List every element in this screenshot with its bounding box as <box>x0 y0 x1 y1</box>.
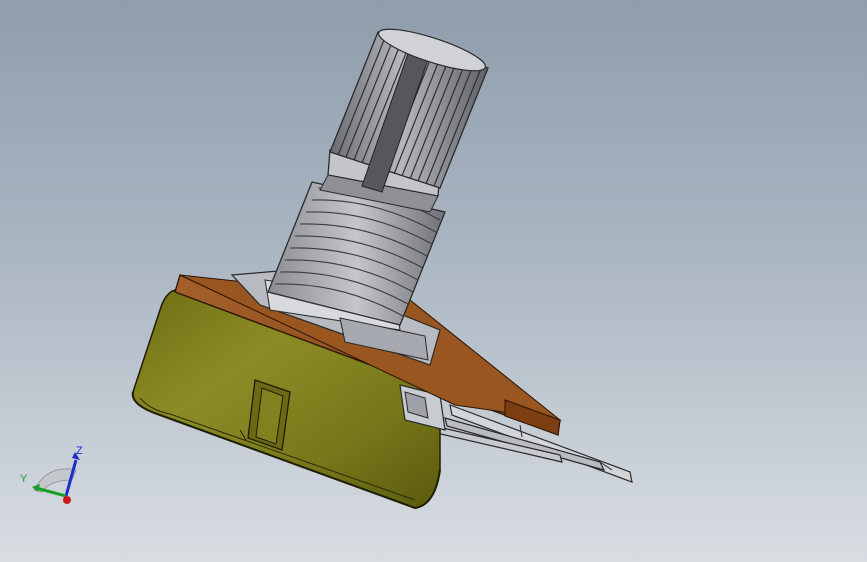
x-axis-dot <box>63 496 71 504</box>
z-axis-label: Z <box>76 445 83 457</box>
potentiometer-model[interactable] <box>0 0 867 562</box>
graphics-viewport[interactable]: Z Y <box>0 0 867 562</box>
y-axis-label: Y <box>20 473 28 485</box>
orientation-triad[interactable]: Z Y <box>14 440 84 510</box>
